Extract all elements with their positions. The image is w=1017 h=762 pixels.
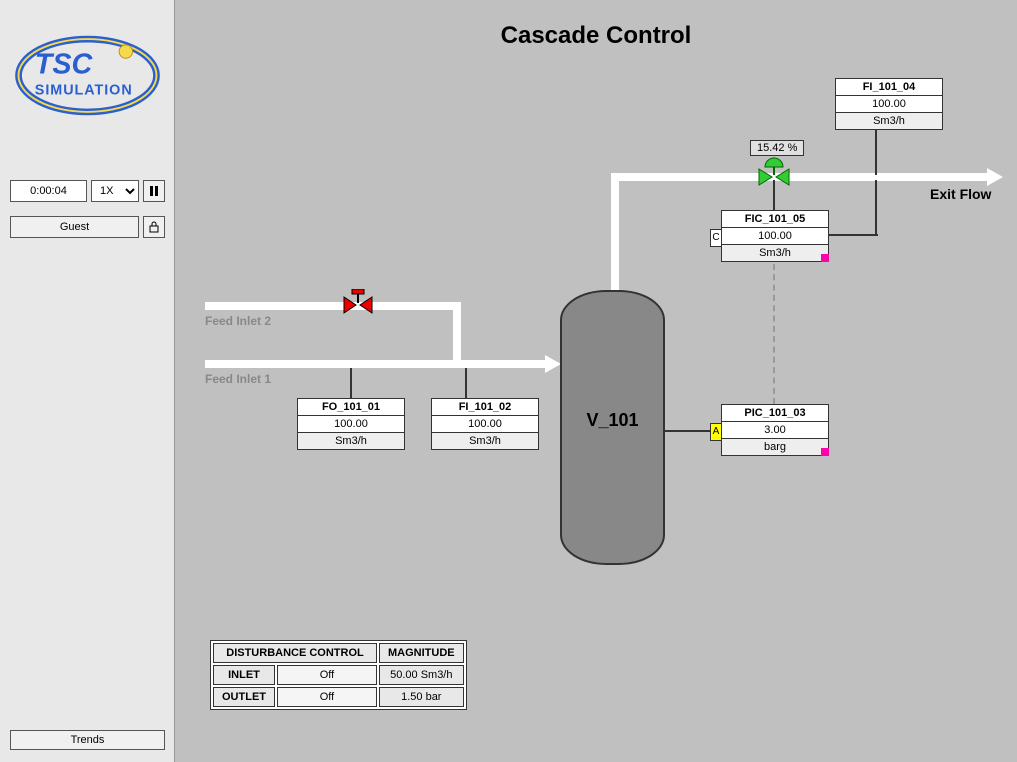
vessel-v101[interactable]: V_101 — [560, 290, 665, 565]
instr-tag: PIC_101_03 — [722, 405, 828, 422]
mode-badge-auto: A — [710, 423, 722, 441]
instr-unit: barg — [722, 439, 828, 455]
instr-tag: FO_101_01 — [298, 399, 404, 416]
svg-text:TSC: TSC — [35, 49, 94, 81]
instrument-fo-101-01[interactable]: FO_101_01 100.00 Sm3/h — [297, 398, 405, 450]
svg-text:SIMULATION: SIMULATION — [35, 83, 133, 99]
instr-value: 100.00 — [836, 96, 942, 113]
arrow-exit — [987, 168, 1003, 186]
instr-unit: Sm3/h — [836, 113, 942, 129]
lock-button[interactable] — [143, 216, 165, 238]
instr-value: 100.00 — [432, 416, 538, 433]
label-exit: Exit Flow — [930, 186, 991, 202]
valve-icon-green — [757, 157, 791, 187]
dist-outlet-mag: 1.50 bar — [379, 687, 464, 707]
dist-row-inlet: INLET — [213, 665, 275, 685]
instr-tag: FI_101_02 — [432, 399, 538, 416]
pause-icon — [150, 186, 158, 196]
instrument-fi-101-04[interactable]: FI_101_04 100.00 Sm3/h — [835, 78, 943, 130]
line-fi04-h — [828, 234, 878, 236]
instrument-pic-101-03[interactable]: A PIC_101_03 3.00 barg — [721, 404, 829, 456]
instr-value: 100.00 — [722, 228, 828, 245]
trends-button[interactable]: Trends — [10, 730, 165, 750]
line-fi04-v2 — [875, 180, 877, 234]
alarm-corner — [821, 448, 829, 456]
valve-feed2[interactable] — [342, 289, 374, 322]
vessel-label: V_101 — [560, 410, 665, 431]
disturbance-table: DISTURBANCE CONTROL MAGNITUDE INLET Off … — [210, 640, 467, 710]
pipe-feed1 — [205, 360, 545, 368]
valve-output-percent: 15.42 % — [750, 140, 804, 156]
pipe-feed2 — [205, 302, 457, 310]
sidebar: TSC SIMULATION 0:00:04 1X Guest Trends — [0, 0, 175, 762]
pipe-feed-join — [453, 302, 461, 364]
user-display[interactable]: Guest — [10, 216, 139, 238]
arrow-feed-in — [545, 355, 561, 373]
valve-exit[interactable] — [757, 157, 791, 192]
line-fi02 — [465, 368, 467, 398]
speed-select[interactable]: 1X — [91, 180, 139, 202]
instr-unit: Sm3/h — [298, 433, 404, 449]
instrument-fi-101-02[interactable]: FI_101_02 100.00 Sm3/h — [431, 398, 539, 450]
instrument-fic-101-05[interactable]: C FIC_101_05 100.00 Sm3/h — [721, 210, 829, 262]
pipe-vessel-up — [611, 173, 619, 293]
dist-outlet-toggle[interactable]: Off — [277, 687, 377, 707]
cascade-link — [773, 264, 775, 404]
dist-header-mag: MAGNITUDE — [379, 643, 464, 663]
instr-value: 3.00 — [722, 422, 828, 439]
instr-unit: Sm3/h — [432, 433, 538, 449]
label-feed1: Feed Inlet 1 — [205, 372, 271, 386]
label-feed2: Feed Inlet 2 — [205, 314, 271, 328]
sim-time-display: 0:00:04 — [10, 180, 87, 202]
pause-button[interactable] — [143, 180, 165, 202]
pipe-exit — [611, 173, 987, 181]
instr-value: 100.00 — [298, 416, 404, 433]
line-fo01 — [350, 368, 352, 398]
lock-icon — [148, 221, 160, 233]
instr-tag: FIC_101_05 — [722, 211, 828, 228]
dist-inlet-mag: 50.00 Sm3/h — [379, 665, 464, 685]
page-title: Cascade Control — [175, 22, 1017, 50]
dist-inlet-toggle[interactable]: Off — [277, 665, 377, 685]
instr-tag: FI_101_04 — [836, 79, 942, 96]
valve-icon-red — [342, 289, 374, 317]
logo-tsc-simulation: TSC SIMULATION — [10, 18, 165, 133]
dist-row-outlet: OUTLET — [213, 687, 275, 707]
instr-unit: Sm3/h — [722, 245, 828, 261]
mode-badge-cascade: C — [710, 229, 722, 247]
alarm-corner — [821, 254, 829, 262]
dist-header-control: DISTURBANCE CONTROL — [213, 643, 377, 663]
